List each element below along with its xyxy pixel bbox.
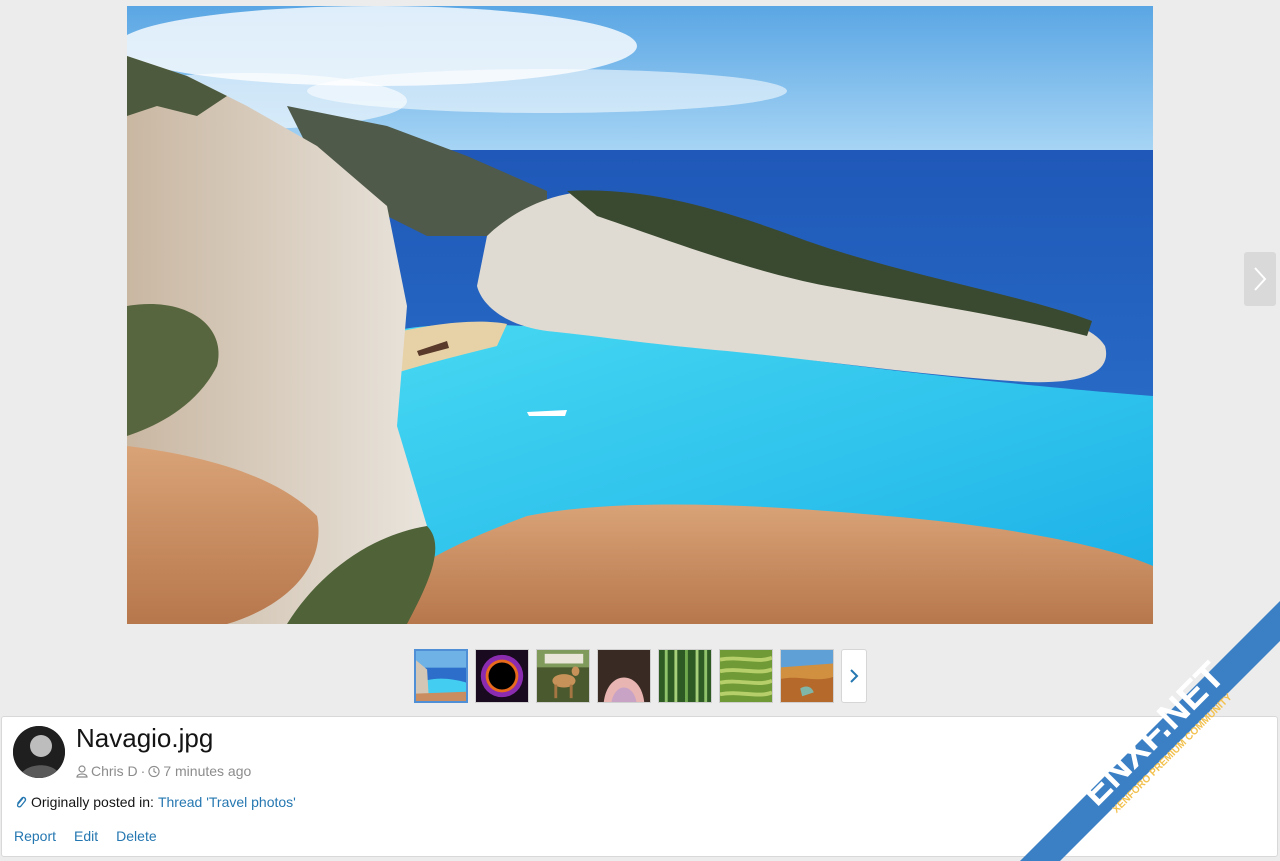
media-info-panel: Navagio.jpg Chris D · 7 minutes ago Orig… bbox=[1, 716, 1278, 857]
clock-icon bbox=[148, 765, 160, 777]
origin-line: Originally posted in: Thread 'Travel pho… bbox=[14, 794, 296, 810]
main-image bbox=[127, 6, 1153, 624]
deer-thumb[interactable] bbox=[536, 648, 590, 703]
canyon-thumb[interactable] bbox=[780, 648, 834, 703]
author-link[interactable]: Chris D bbox=[91, 763, 138, 779]
paperclip-icon bbox=[16, 796, 27, 808]
user-icon bbox=[76, 764, 88, 778]
eclipse-thumb[interactable] bbox=[475, 648, 529, 703]
bamboo-thumb[interactable] bbox=[658, 648, 712, 703]
chevron-right-icon bbox=[850, 668, 859, 683]
chevron-right-icon bbox=[1254, 267, 1267, 291]
media-meta: Chris D · 7 minutes ago bbox=[76, 763, 251, 779]
navagio-thumb[interactable] bbox=[414, 648, 468, 703]
media-actions: Report Edit Delete bbox=[14, 828, 157, 844]
delete-link[interactable]: Delete bbox=[116, 828, 156, 844]
next-image-button[interactable] bbox=[1244, 252, 1276, 306]
cave-thumb[interactable] bbox=[597, 648, 651, 703]
edit-link[interactable]: Edit bbox=[74, 828, 98, 844]
media-title: Navagio.jpg bbox=[76, 723, 214, 753]
thumbnail-strip bbox=[414, 648, 867, 703]
origin-label: Originally posted in: bbox=[31, 794, 154, 810]
thumbnails-next-button[interactable] bbox=[841, 648, 867, 703]
avatar[interactable] bbox=[13, 726, 65, 778]
report-link[interactable]: Report bbox=[14, 828, 56, 844]
time-ago[interactable]: 7 minutes ago bbox=[163, 763, 251, 779]
terraces-thumb[interactable] bbox=[719, 648, 773, 703]
origin-thread-link[interactable]: Thread 'Travel photos' bbox=[158, 794, 296, 810]
meta-separator: · bbox=[140, 763, 146, 779]
